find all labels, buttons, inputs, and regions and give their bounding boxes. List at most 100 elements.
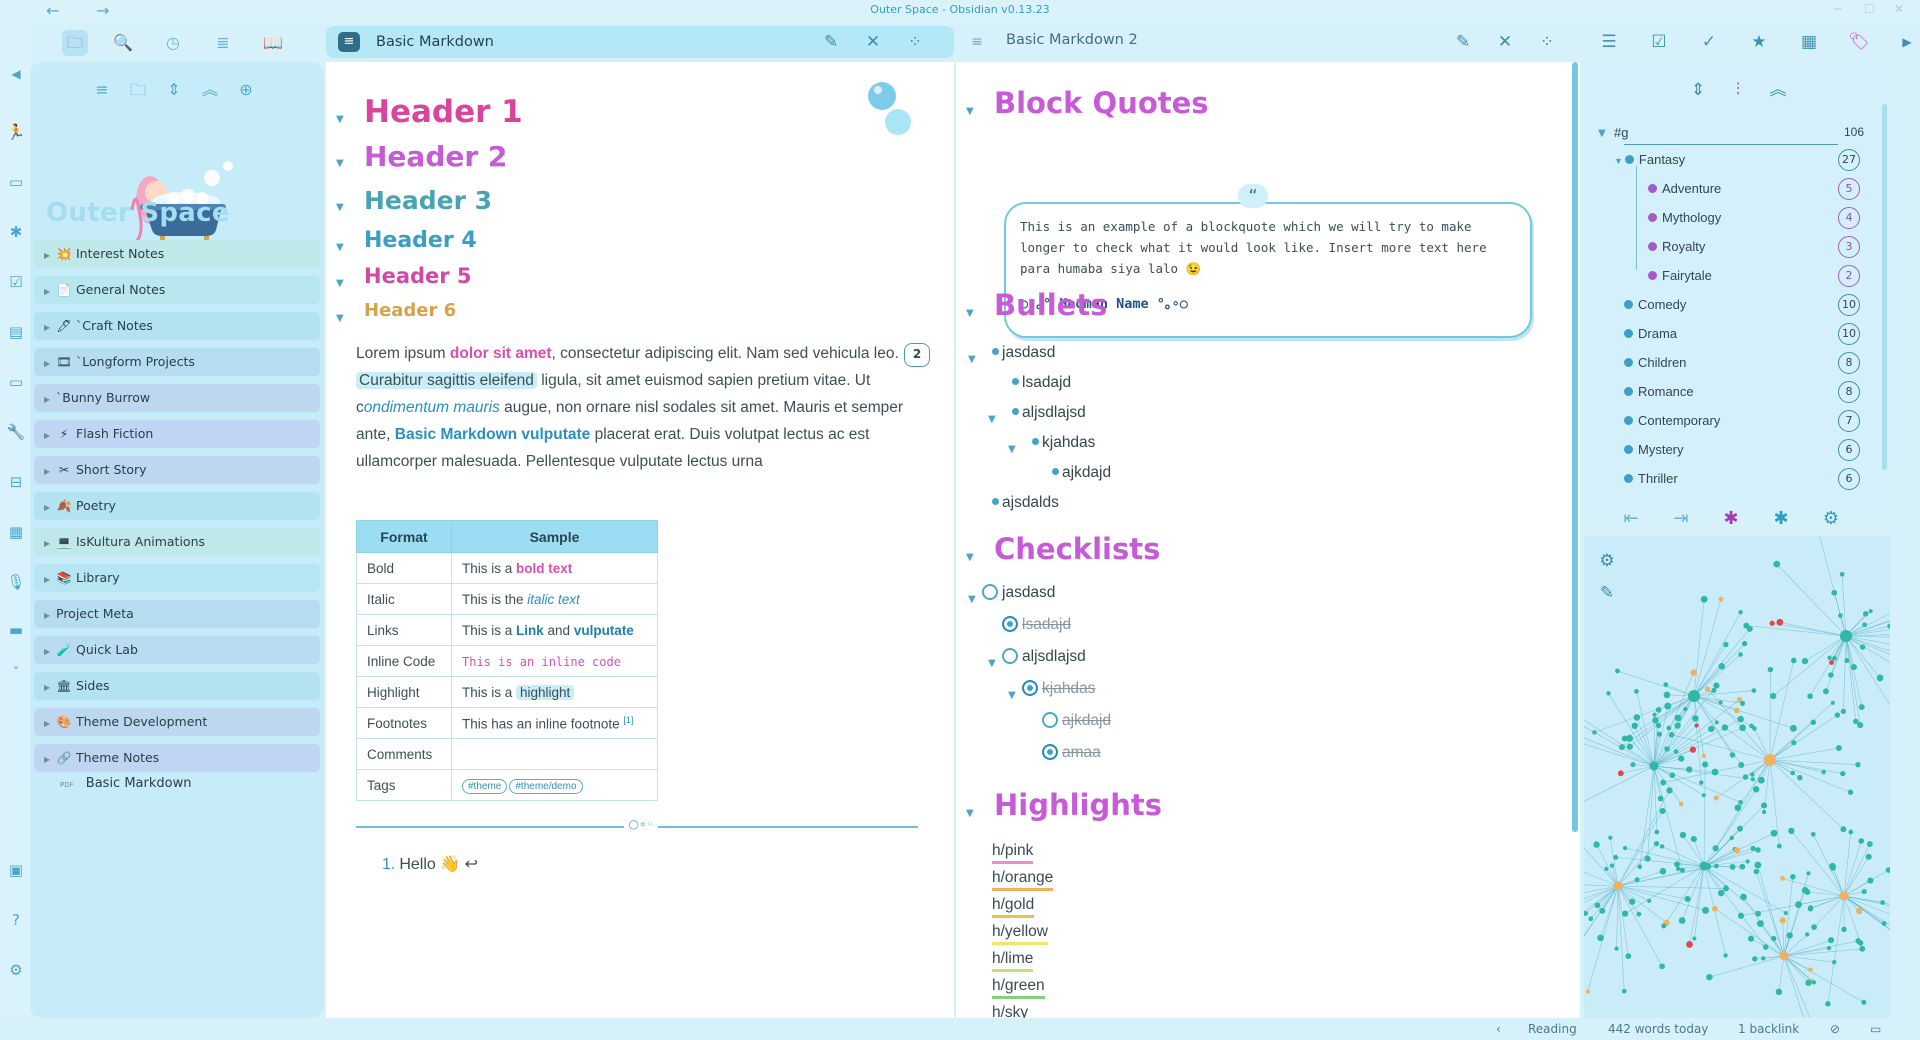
graph-node[interactable] — [1701, 793, 1706, 798]
graph-node[interactable] — [1608, 835, 1613, 840]
folder-item[interactable]: ▶ 📄 General Notes — [34, 276, 320, 304]
graph-node[interactable] — [1810, 831, 1816, 837]
collapse-all-icon[interactable]: ︽ — [1766, 78, 1790, 102]
chat-icon[interactable]: ▭ — [6, 172, 26, 192]
graph-node[interactable] — [1885, 867, 1890, 873]
graph-node[interactable] — [1790, 657, 1797, 664]
bucket-icon[interactable]: ⊟ — [6, 472, 26, 492]
folder-item[interactable]: ▶ `Bunny Burrow — [34, 384, 320, 412]
graph-node[interactable] — [1655, 722, 1662, 729]
graph-node[interactable] — [1721, 724, 1729, 731]
graph-node[interactable] — [1790, 874, 1796, 880]
graph-node[interactable] — [1742, 774, 1749, 780]
graph-canvas[interactable] — [1584, 536, 1890, 1018]
tag-item[interactable]: Fairytale — [1648, 268, 1712, 283]
graph-node[interactable] — [1801, 657, 1809, 665]
graph-node[interactable] — [1750, 772, 1755, 777]
graph-node[interactable] — [1712, 845, 1719, 852]
graph-node[interactable] — [1668, 732, 1675, 738]
graph-node[interactable] — [1840, 770, 1846, 777]
graph-node[interactable] — [1690, 835, 1697, 843]
graph-node[interactable] — [1857, 722, 1864, 729]
tag-root[interactable]: #g — [1614, 125, 1628, 140]
graph-node[interactable] — [1811, 980, 1817, 985]
graph-node[interactable] — [1855, 907, 1863, 915]
graph-hub-node[interactable] — [1764, 754, 1776, 766]
graph-node[interactable] — [1652, 717, 1659, 724]
graph-node[interactable] — [1828, 672, 1834, 678]
chevron-right-icon[interactable]: ▶ — [44, 350, 52, 378]
new-folder-icon[interactable]: 🗀 — [126, 78, 150, 102]
new-note-icon[interactable]: ≡ — [90, 78, 114, 102]
graph-node[interactable] — [1789, 724, 1797, 732]
graph-node[interactable] — [1839, 571, 1845, 577]
task-icon[interactable]: ☑ — [1646, 29, 1672, 55]
graph-node[interactable] — [1652, 712, 1657, 717]
file-explorer-tab[interactable]: 🗀 — [62, 30, 88, 56]
locate-file-icon[interactable]: ⊕ — [234, 78, 258, 102]
graph-node[interactable] — [1737, 825, 1744, 832]
graph-node[interactable] — [1867, 877, 1874, 884]
graph-node[interactable] — [1593, 841, 1600, 848]
graph-node[interactable] — [1829, 864, 1836, 871]
tag-item[interactable]: Mythology — [1648, 210, 1721, 225]
graph-node[interactable] — [1859, 644, 1866, 650]
graph-node[interactable] — [1840, 708, 1847, 714]
status-backlinks[interactable]: 1 backlink — [1738, 1022, 1799, 1036]
graph-node[interactable] — [1617, 770, 1624, 777]
checkbox-checked-icon[interactable] — [1042, 744, 1058, 760]
graph-node[interactable] — [1723, 641, 1729, 648]
graph-node[interactable] — [1740, 893, 1747, 901]
fold-icon[interactable]: ▼ — [1598, 128, 1606, 139]
fold-icon[interactable]: ▼ — [336, 313, 344, 324]
local-graph-icon[interactable]: ✱ — [1718, 506, 1744, 532]
graph-node[interactable] — [1783, 910, 1788, 916]
graph-node[interactable] — [1711, 687, 1717, 693]
book-icon[interactable]: 📖 — [260, 30, 286, 56]
graph-hub-node[interactable] — [1649, 761, 1659, 771]
graph-node[interactable] — [1678, 917, 1686, 924]
graph-node[interactable] — [1659, 963, 1665, 970]
graph-node[interactable] — [1862, 611, 1869, 617]
help-icon[interactable]: ? — [6, 910, 26, 930]
graph-node[interactable] — [1700, 595, 1708, 603]
graph-node[interactable] — [1822, 688, 1829, 695]
graph-node[interactable] — [1762, 944, 1769, 950]
graph-node[interactable] — [1745, 859, 1750, 864]
file-item-basic-markdown[interactable]: PDF Basic Markdown — [60, 776, 191, 791]
console-icon[interactable]: ▬ — [6, 620, 26, 640]
graph-node[interactable] — [1666, 725, 1672, 731]
folder-item[interactable]: ▶ 🖊 `Craft Notes — [34, 312, 320, 340]
footnote-count-badge[interactable]: 2 — [904, 343, 930, 367]
graph-node[interactable] — [1855, 761, 1861, 768]
graph-node[interactable] — [1675, 866, 1681, 871]
footnote-text[interactable]: Hello 👋 ↩ — [399, 856, 478, 873]
graph-node[interactable] — [1865, 853, 1872, 860]
graph-node[interactable] — [1844, 658, 1850, 664]
link[interactable]: vulputate — [574, 623, 634, 638]
graph-node[interactable] — [1876, 674, 1884, 682]
tag-item[interactable]: Comedy — [1624, 297, 1686, 312]
graph-node[interactable] — [1753, 868, 1760, 875]
graph-node[interactable] — [1755, 847, 1761, 853]
graph-node[interactable] — [1791, 740, 1797, 746]
more-options-icon[interactable]: ⁘ — [1536, 32, 1558, 52]
footnote-ref[interactable]: [1] — [623, 715, 633, 725]
graph-node[interactable] — [1613, 854, 1619, 860]
graph-node[interactable] — [1737, 912, 1745, 919]
graph-node[interactable] — [1723, 953, 1728, 958]
graph-node[interactable] — [1664, 746, 1670, 752]
graph-node[interactable] — [1807, 693, 1813, 700]
pane2-scrollbar[interactable] — [1572, 62, 1578, 832]
graph-node[interactable] — [1770, 829, 1778, 837]
folder-item[interactable]: ▶ 🎨 Theme Development — [34, 708, 320, 736]
graph-node[interactable] — [1755, 910, 1762, 917]
graph-node[interactable] — [1831, 589, 1838, 596]
settings-gear-icon[interactable]: ⚙ — [6, 960, 26, 980]
microphone-icon[interactable]: 🎙 — [6, 572, 26, 592]
graph-node[interactable] — [1714, 720, 1719, 725]
runner-icon[interactable]: 🏃 — [6, 122, 26, 142]
graph-node[interactable] — [1674, 861, 1680, 868]
graph-node[interactable] — [1832, 655, 1837, 661]
graph-node[interactable] — [1773, 560, 1781, 568]
